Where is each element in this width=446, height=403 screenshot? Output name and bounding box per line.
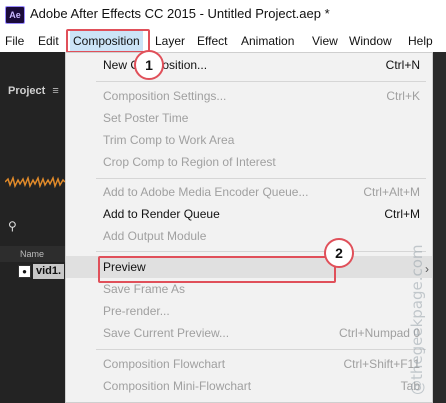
menu-item-label: Add to Adobe Media Encoder Queue...	[103, 185, 309, 199]
search-icon: ⚲	[8, 219, 17, 233]
menu-item-crop-comp[interactable]: Crop Comp to Region of Interest	[66, 151, 432, 173]
composition-menu: New Composition... Ctrl+N Composition Se…	[65, 52, 433, 403]
menu-view[interactable]: View	[309, 30, 341, 52]
title-bar: Ae Adobe After Effects CC 2015 - Untitle…	[0, 0, 446, 31]
video-file-icon: ●	[18, 265, 31, 278]
menu-effect[interactable]: Effect	[194, 30, 230, 52]
menu-item-label: Save Current Preview...	[103, 326, 230, 340]
menu-item-composition-mini-flowchart[interactable]: Composition Mini-Flowchart Tab	[66, 375, 432, 397]
project-item-name: vid1.	[33, 264, 65, 279]
menu-item-composition-settings[interactable]: Composition Settings... Ctrl+K	[66, 85, 432, 107]
preview-highlight-box	[98, 256, 336, 283]
menu-item-add-output-module[interactable]: Add Output Module	[66, 225, 432, 247]
menu-separator	[96, 81, 426, 82]
audio-waveform	[5, 176, 65, 188]
menu-layer[interactable]: Layer	[152, 30, 188, 52]
menu-item-label: Add Output Module	[103, 229, 207, 243]
search-field[interactable]: ⚲	[0, 218, 65, 238]
menu-item-trim-comp[interactable]: Trim Comp to Work Area	[66, 129, 432, 151]
menu-edit[interactable]: Edit	[35, 30, 62, 52]
menu-help[interactable]: Help	[405, 30, 436, 52]
step-badge-2: 2	[324, 238, 354, 268]
menu-separator	[96, 178, 426, 179]
menu-item-shortcut: Ctrl+K	[386, 89, 420, 103]
step-badge-1: 1	[134, 50, 164, 80]
menu-file[interactable]: File	[2, 30, 27, 52]
menu-item-label: Set Poster Time	[103, 111, 189, 125]
after-effects-icon: Ae	[5, 6, 25, 24]
menu-item-label: Composition Mini-Flowchart	[103, 379, 252, 393]
menu-item-composition-flowchart[interactable]: Composition Flowchart Ctrl+Shift+F11	[66, 353, 432, 375]
menu-item-label: Trim Comp to Work Area	[103, 133, 235, 147]
watermark-text: @thegeekpage.com	[408, 244, 426, 395]
menu-separator	[96, 349, 426, 350]
menu-item-add-to-ame-queue[interactable]: Add to Adobe Media Encoder Queue... Ctrl…	[66, 181, 432, 203]
menu-separator	[96, 251, 426, 252]
menu-item-label: Add to Render Queue	[103, 207, 220, 221]
menu-animation[interactable]: Animation	[238, 30, 297, 52]
panel-menu-icon[interactable]: ≡	[52, 85, 58, 97]
menu-window[interactable]: Window	[346, 30, 395, 52]
column-header-name[interactable]: Name	[0, 246, 65, 262]
menu-item-shortcut: Ctrl+N	[385, 58, 420, 72]
window-title: Adobe After Effects CC 2015 - Untitled P…	[30, 6, 330, 21]
menu-item-save-current-preview[interactable]: Save Current Preview... Ctrl+Numpad 0	[66, 322, 432, 344]
menu-item-set-poster-time[interactable]: Set Poster Time	[66, 107, 432, 129]
menu-item-label: Pre-render...	[103, 304, 170, 318]
menu-item-pre-render[interactable]: Pre-render...	[66, 300, 432, 322]
project-panel-title: Project ≡	[0, 80, 65, 102]
project-item-row[interactable]: ● vid1.	[0, 263, 65, 281]
project-label: Project	[8, 85, 46, 97]
composition-highlight-box	[66, 29, 150, 53]
menu-item-new-composition[interactable]: New Composition... Ctrl+N	[66, 54, 432, 76]
menu-item-label: Composition Settings...	[103, 89, 227, 103]
menu-item-label: Composition Flowchart	[103, 357, 226, 371]
menu-item-add-to-render-queue[interactable]: Add to Render Queue Ctrl+M	[66, 203, 432, 225]
menu-item-label: Crop Comp to Region of Interest	[103, 155, 276, 169]
menu-item-shortcut: Ctrl+Alt+M	[363, 185, 420, 199]
